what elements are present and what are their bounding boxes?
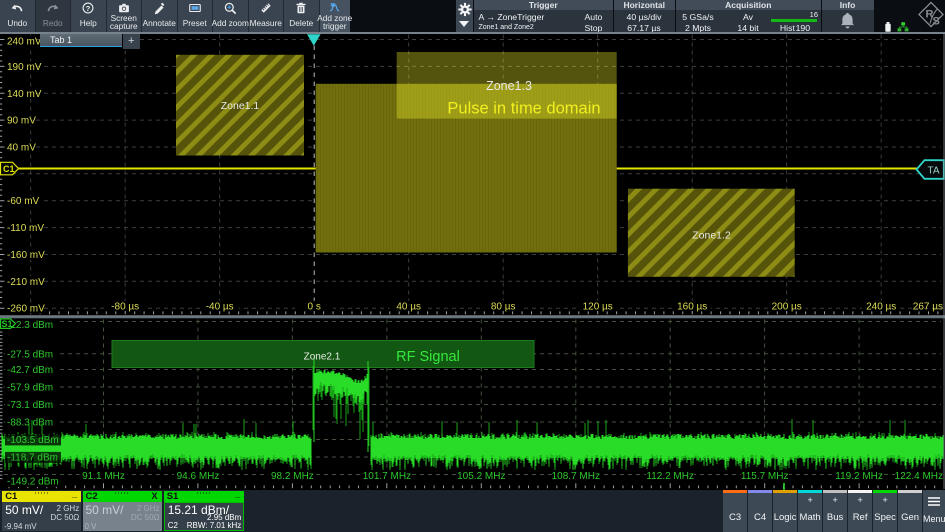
svg-text:240 mV: 240 mV [7, 37, 42, 48]
svg-text:240 µs: 240 µs [866, 302, 896, 313]
svg-text:Pulse in time domain: Pulse in time domain [447, 100, 600, 118]
svg-text:108.7 MHz: 108.7 MHz [552, 471, 600, 482]
svg-text:98.2 MHz: 98.2 MHz [271, 471, 314, 482]
svg-text:-103.5 dBm: -103.5 dBm [7, 435, 59, 446]
svg-text:C1: C1 [3, 164, 15, 174]
svg-text:-73.1 dBm: -73.1 dBm [7, 400, 53, 411]
svg-text:Zone2.1: Zone2.1 [304, 352, 341, 363]
svg-text:?: ? [86, 4, 91, 13]
svg-text:91.1 MHz: 91.1 MHz [82, 471, 125, 482]
svg-text:267 µs: 267 µs [913, 302, 943, 313]
svg-text:-118.7 dBm: -118.7 dBm [7, 453, 58, 464]
svg-text:Zone1.2: Zone1.2 [692, 230, 731, 242]
svg-text:105.2 MHz: 105.2 MHz [457, 471, 505, 482]
svg-text:-110 mV: -110 mV [7, 223, 44, 234]
svg-text:-60 mV: -60 mV [7, 196, 40, 207]
svg-text:80 µs: 80 µs [491, 302, 516, 313]
svg-text:160 µs: 160 µs [677, 302, 707, 313]
svg-text:-88.3 dBm: -88.3 dBm [7, 418, 53, 429]
svg-text:0 s: 0 s [308, 302, 321, 313]
svg-text:-57.9 dBm: -57.9 dBm [7, 383, 53, 394]
svg-text:-149.2 dBm: -149.2 dBm [7, 477, 59, 488]
svg-text:-42.7 dBm: -42.7 dBm [7, 365, 53, 376]
svg-text:40 µs: 40 µs [396, 302, 421, 313]
svg-text:-260 mV: -260 mV [7, 304, 45, 315]
svg-text:120 µs: 120 µs [583, 302, 613, 313]
svg-text:S: S [933, 16, 940, 28]
svg-text:90 mV: 90 mV [7, 116, 36, 127]
svg-text:-210 mV: -210 mV [7, 277, 45, 288]
svg-text:TA: TA [927, 165, 939, 176]
svg-text:119.2 MHz: 119.2 MHz [835, 471, 883, 482]
svg-text:RF Signal: RF Signal [396, 349, 460, 365]
svg-text:S1: S1 [2, 319, 13, 329]
svg-text:Zone1.3: Zone1.3 [486, 79, 532, 93]
svg-text:-80 µs: -80 µs [111, 302, 139, 313]
svg-text:112.2 MHz: 112.2 MHz [646, 471, 694, 482]
svg-text:190 mV: 190 mV [7, 62, 42, 73]
svg-text:200 µs: 200 µs [772, 302, 802, 313]
svg-text:-40 µs: -40 µs [206, 302, 234, 313]
svg-text:115.7 MHz: 115.7 MHz [741, 471, 789, 482]
svg-text:40 mV: 40 mV [7, 143, 36, 154]
svg-text:-27.5 dBm: -27.5 dBm [7, 349, 53, 360]
svg-text:94.6 MHz: 94.6 MHz [177, 471, 220, 482]
svg-text:122.4 MHz: 122.4 MHz [895, 471, 943, 482]
svg-text:101.7 MHz: 101.7 MHz [363, 471, 411, 482]
svg-text:Zone1.1: Zone1.1 [221, 100, 260, 112]
svg-text:140 mV: 140 mV [7, 89, 42, 100]
svg-text:-160 mV: -160 mV [7, 250, 45, 261]
